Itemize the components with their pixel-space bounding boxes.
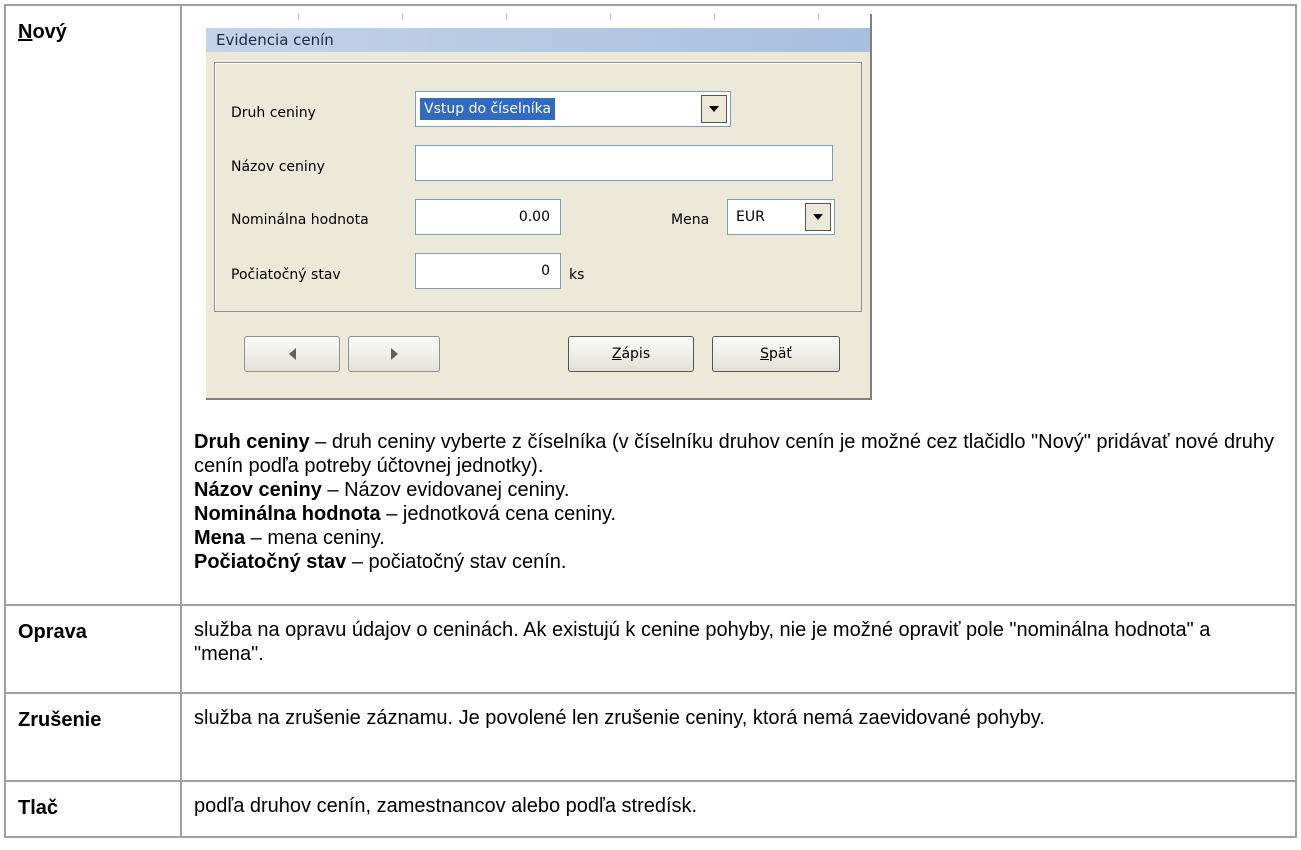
chevron-down-icon xyxy=(709,106,719,112)
definition-text: – počiatočný stav cenín. xyxy=(346,551,567,573)
desc-tlac: podľa druhov cenín, zamestnancov alebo p… xyxy=(180,780,1297,838)
nominal-input[interactable]: 0.00 xyxy=(415,199,561,235)
spat-button[interactable]: Späť xyxy=(712,336,840,372)
nazov-input[interactable] xyxy=(415,145,833,181)
zapis-button[interactable]: Zápis xyxy=(568,336,694,372)
term-novy: Nový xyxy=(4,4,182,606)
nominal-label: Nominálna hodnota xyxy=(231,212,369,228)
spat-accel: S xyxy=(760,346,769,362)
desc-novy: Evidencia cenín Druh ceniny Vstup do čís… xyxy=(180,4,1297,606)
zapis-rest: ápis xyxy=(621,346,651,362)
arrow-left-icon xyxy=(288,348,296,360)
stav-unit: ks xyxy=(569,267,585,283)
table-row-novy: Nový Evidencia cenín Druh ceniny Vstup d… xyxy=(4,4,1297,606)
definition-mena: Mena – mena ceniny. xyxy=(194,526,1285,550)
stav-input[interactable]: 0 xyxy=(415,253,561,289)
desc-oprava: služba na opravu údajov o ceninách. Ak e… xyxy=(180,604,1297,694)
definition-stav: Počiatočný stav – počiatočný stav cenín. xyxy=(194,550,1285,574)
definition-term: Nominálna hodnota xyxy=(194,503,381,525)
dialog-title: Evidencia cenín xyxy=(206,28,870,52)
term-novy-accel: N xyxy=(18,21,33,43)
mena-label: Mena xyxy=(671,212,710,228)
stav-label: Počiatočný stav xyxy=(231,267,341,283)
definition-text: – mena ceniny. xyxy=(245,527,385,549)
ruler-ticks xyxy=(206,14,870,28)
next-button[interactable] xyxy=(348,336,440,372)
definition-text: – Názov evidovanej ceniny. xyxy=(321,479,570,501)
term-oprava: Oprava xyxy=(4,604,182,694)
definition-nazov: Názov ceniny – Názov evidovanej ceniny. xyxy=(194,478,1285,502)
definition-text: – jednotková cena ceniny. xyxy=(380,503,617,525)
definition-term: Názov ceniny xyxy=(194,479,322,501)
druh-label: Druh ceniny xyxy=(231,105,316,121)
definition-text: – druh ceniny vyberte z číselníka (v čís… xyxy=(194,431,1274,477)
table-row-oprava: Oprava služba na opravu údajov o ceninác… xyxy=(4,604,1297,694)
dialog-screenshot: Evidencia cenín Druh ceniny Vstup do čís… xyxy=(206,14,872,400)
definition-term: Mena xyxy=(194,527,246,549)
definition-term: Druh ceniny xyxy=(194,431,310,453)
table-row-tlac: Tlač podľa druhov cenín, zamestnancov al… xyxy=(4,780,1297,838)
mena-combo-value: EUR xyxy=(736,209,765,225)
definition-term: Počiatočný stav xyxy=(194,551,347,573)
mena-dropdown-button[interactable] xyxy=(805,203,831,231)
table-row-zrusenie: Zrušenie služba na zrušenie záznamu. Je … xyxy=(4,692,1297,782)
druh-combo-value: Vstup do číselníka xyxy=(420,98,556,120)
definition-druh: Druh ceniny – druh ceniny vyberte z číse… xyxy=(194,430,1285,478)
zapis-accel: Z xyxy=(611,346,622,362)
term-tlac: Tlač xyxy=(4,780,182,838)
definition-nominal: Nominálna hodnota – jednotková cena ceni… xyxy=(194,502,1285,526)
desc-zrusenie: služba na zrušenie záznamu. Je povolené … xyxy=(180,692,1297,782)
druh-combo[interactable]: Vstup do číselníka xyxy=(415,91,731,127)
spat-rest: päť xyxy=(768,346,792,362)
previous-button[interactable] xyxy=(244,336,340,372)
arrow-right-icon xyxy=(390,348,398,360)
services-table: Nový Evidencia cenín Druh ceniny Vstup d… xyxy=(4,4,1297,838)
nazov-label: Názov ceniny xyxy=(231,159,325,175)
term-novy-rest: ový xyxy=(32,21,67,43)
form-panel: Druh ceniny Vstup do číselníka Názov cen… xyxy=(214,62,862,312)
druh-dropdown-button[interactable] xyxy=(701,95,727,123)
term-zrusenie: Zrušenie xyxy=(4,692,182,782)
field-definitions: Druh ceniny – druh ceniny vyberte z číse… xyxy=(194,430,1285,574)
chevron-down-icon xyxy=(813,214,823,220)
mena-combo[interactable]: EUR xyxy=(727,199,835,235)
